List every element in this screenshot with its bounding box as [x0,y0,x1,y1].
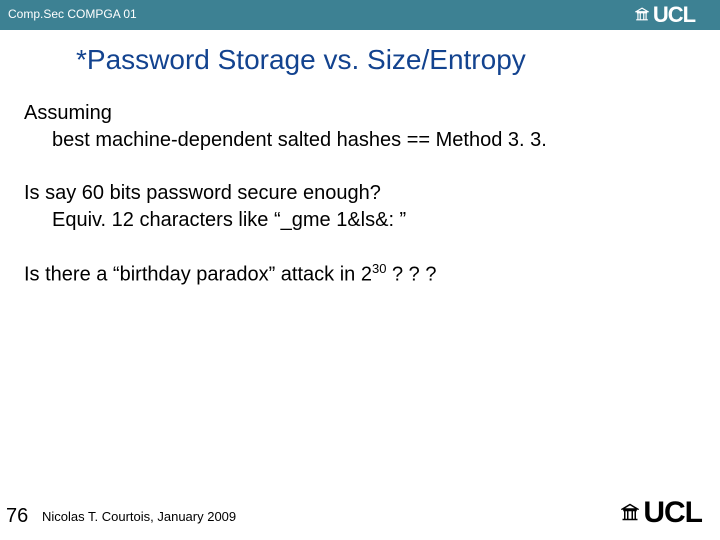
author-credit: Nicolas T. Courtois, January 2009 [42,509,236,524]
p3-exponent: 30 [372,261,386,276]
paragraph-1: Assuming best machine-dependent salted h… [24,100,696,154]
p1-line2: best machine-dependent salted hashes == … [24,127,696,154]
slide-title: *Password Storage vs. Size/Entropy [0,30,720,100]
footer: 76 Nicolas T. Courtois, January 2009 [0,505,720,528]
portico-icon [635,7,649,24]
p2-line1: Is say 60 bits password secure enough? [24,180,696,207]
paragraph-2: Is say 60 bits password secure enough? E… [24,180,696,234]
header-logo-area: UCL [610,0,720,30]
ucl-logo-icon: UCL [635,2,695,28]
ucl-text: UCL [643,496,702,530]
page-number: 76 [0,505,42,528]
paragraph-3: Is there a “birthday paradox” attack in … [24,260,696,289]
course-code: Comp.Sec COMPGA 01 [0,0,160,30]
ucl-text: UCL [653,2,695,28]
header-fill [160,0,610,30]
header-bar: Comp.Sec COMPGA 01 UCL [0,0,720,30]
portico-icon [621,503,639,524]
p2-line2: Equiv. 12 characters like “_gme 1&ls&: ” [24,207,696,234]
slide-body: Assuming best machine-dependent salted h… [0,100,720,289]
p1-line1: Assuming [24,100,696,127]
p3-post: ? ? ? [386,264,436,286]
ucl-logo-footer-icon: UCL [621,496,702,530]
p3-pre: Is there a “birthday paradox” attack in … [24,264,372,286]
